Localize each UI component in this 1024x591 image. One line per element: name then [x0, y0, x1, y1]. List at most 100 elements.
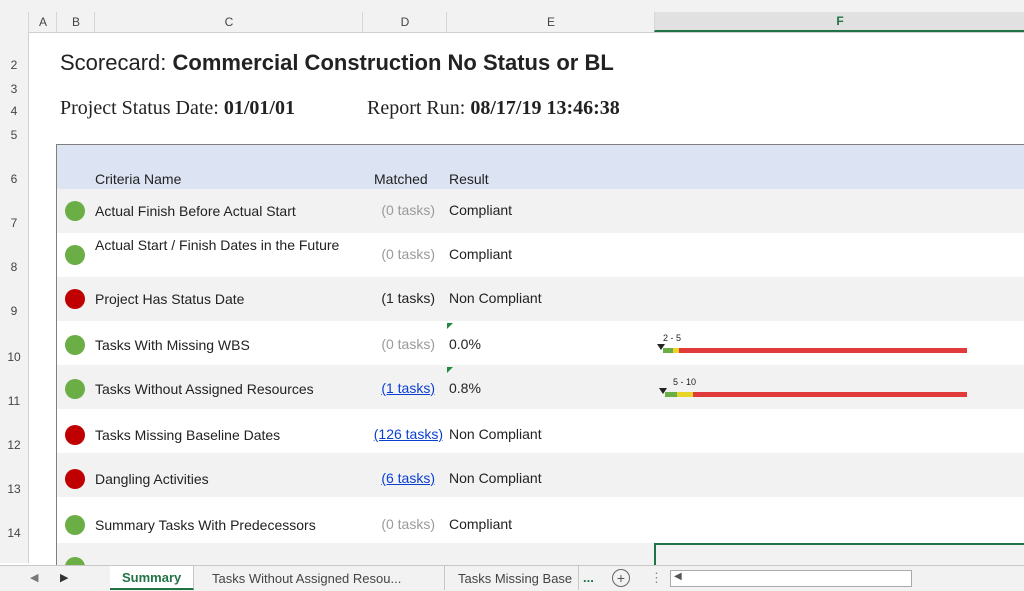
- row-header-bar: 2 3 4 5 6 7 8 9 10 11 12 13 14: [0, 32, 29, 563]
- tab-label: Tasks Missing Base: [458, 570, 573, 586]
- row-number[interactable]: 7: [0, 216, 28, 230]
- tab-tasks-without-assigned-resources[interactable]: Tasks Without Assigned Resou...: [200, 566, 445, 590]
- title-prefix: Scorecard:: [60, 50, 173, 75]
- tab-scroll-left-icon[interactable]: ◀: [30, 571, 38, 584]
- title-name: Commercial Construction No Status or BL: [172, 50, 614, 75]
- column-letter: C: [224, 15, 234, 29]
- criteria-name: Actual Start / Finish Dates in the Futur…: [95, 237, 340, 253]
- table-row[interactable]: Tasks Without Assigned Resources (1 task…: [57, 365, 1024, 409]
- tab-summary[interactable]: Summary: [110, 566, 195, 590]
- tab-splitter-icon[interactable]: ⋮: [650, 570, 663, 586]
- result-value: 0.0%: [449, 336, 481, 352]
- row-number[interactable]: 10: [0, 350, 28, 364]
- scroll-left-arrow-icon[interactable]: ◀: [674, 571, 682, 582]
- result-value: Non Compliant: [449, 290, 542, 306]
- criteria-name: Summary Tasks With Predecessors: [95, 517, 316, 533]
- table-row[interactable]: Actual Finish Before Actual Start (0 tas…: [57, 189, 1024, 233]
- column-header-c[interactable]: C: [94, 12, 363, 32]
- horizontal-scrollbar[interactable]: ◀: [670, 570, 912, 587]
- row-number[interactable]: 4: [0, 104, 28, 118]
- result-value: Compliant: [449, 246, 513, 262]
- status-indicator-icon: [65, 289, 85, 309]
- result-header: Result: [449, 171, 489, 187]
- column-header-b[interactable]: B: [56, 12, 95, 32]
- tab-label: Tasks Without Assigned Resou...: [212, 570, 402, 586]
- matched-count-link[interactable]: (1 tasks): [353, 380, 435, 396]
- gauge-red-segment: [693, 392, 967, 397]
- column-letter: D: [400, 15, 410, 29]
- tab-tasks-missing-baseline[interactable]: Tasks Missing Base: [446, 566, 579, 590]
- status-indicator-icon: [65, 245, 85, 265]
- status-indicator-icon: [65, 425, 85, 445]
- matched-count: (1 tasks): [381, 290, 435, 306]
- criteria-header: Criteria Name: [95, 171, 182, 187]
- criteria-name: Project Has Status Date: [95, 291, 245, 307]
- gauge-threshold-label: 5 - 10: [673, 377, 697, 387]
- select-all-corner[interactable]: [0, 12, 28, 32]
- project-status-date: Project Status Date: 01/01/01: [60, 97, 295, 120]
- status-indicator-icon: [65, 335, 85, 355]
- selected-cell[interactable]: [654, 543, 1024, 565]
- criteria-name: Actual Finish Before Actual Start: [95, 203, 296, 219]
- gauge-yellow-segment: [677, 392, 693, 397]
- row-number[interactable]: 6: [0, 172, 28, 186]
- matched-count: (0 tasks): [381, 336, 435, 352]
- row-number[interactable]: 14: [0, 526, 28, 540]
- scorecard-title: Scorecard: Commercial Construction No St…: [60, 50, 614, 76]
- table-header: Criteria Name Matched Result: [57, 145, 1024, 189]
- table-row[interactable]: Summary Tasks With Predecessors (0 tasks…: [57, 497, 1024, 541]
- more-tabs-icon[interactable]: ...: [583, 570, 594, 585]
- table-row[interactable]: Tasks With Missing WBS (0 tasks) 0.0% 2 …: [57, 321, 1024, 365]
- column-header-e[interactable]: E: [446, 12, 655, 32]
- scorecard-table: Criteria Name Matched Result Actual Fini…: [56, 144, 1024, 565]
- status-date-value: 01/01/01: [223, 97, 295, 119]
- status-indicator-icon: [65, 379, 85, 399]
- matched-count: (0 tasks): [381, 202, 435, 218]
- column-letter: E: [546, 15, 555, 29]
- row-number[interactable]: 5: [0, 128, 28, 142]
- column-header-bar: A B C D E F: [0, 0, 1024, 33]
- status-indicator-icon: [65, 557, 85, 565]
- result-value: 0.8%: [449, 380, 481, 396]
- result-value: Compliant: [449, 516, 513, 532]
- row-number[interactable]: 2: [0, 58, 28, 72]
- status-indicator-icon: [65, 515, 85, 535]
- matched-count: (0 tasks): [381, 246, 435, 262]
- status-indicator-icon: [65, 469, 85, 489]
- gauge-red-segment: [679, 348, 967, 353]
- column-header-f[interactable]: F: [654, 12, 1024, 32]
- row-number[interactable]: 9: [0, 304, 28, 318]
- table-row[interactable]: Tasks Missing Baseline Dates (126 tasks)…: [57, 409, 1024, 453]
- gauge-green-segment: [663, 348, 673, 353]
- matched-count: (0 tasks): [381, 516, 435, 532]
- column-header-a[interactable]: A: [28, 12, 57, 32]
- table-row[interactable]: Actual Start / Finish Dates in the Futur…: [57, 233, 1024, 277]
- row-number[interactable]: 3: [0, 82, 28, 96]
- row-number[interactable]: 8: [0, 260, 28, 274]
- column-header-d[interactable]: D: [362, 12, 447, 32]
- table-row[interactable]: Project Has Status Date (1 tasks) Non Co…: [57, 277, 1024, 321]
- comment-indicator-icon[interactable]: [447, 323, 453, 329]
- row-number[interactable]: 11: [0, 394, 28, 408]
- criteria-name: Tasks Missing Baseline Dates: [95, 427, 281, 443]
- status-indicator-icon: [65, 201, 85, 221]
- row-number[interactable]: 12: [0, 438, 28, 452]
- status-date-label: Project Status Date:: [60, 97, 224, 119]
- column-letter: F: [836, 14, 844, 28]
- row-number[interactable]: 13: [0, 482, 28, 496]
- matched-header: Matched: [374, 171, 428, 187]
- tab-label: Summary: [122, 569, 182, 585]
- gauge-green-segment: [665, 392, 677, 397]
- criteria-name: Tasks Without Assigned Resources: [95, 381, 314, 397]
- tab-scroll-right-icon[interactable]: ▶: [60, 571, 68, 584]
- comment-indicator-icon[interactable]: [447, 367, 453, 373]
- sheet-tab-bar: ◀ ▶ Summary Tasks Without Assigned Resou…: [0, 565, 1024, 591]
- report-run: Report Run: 08/17/19 13:46:38: [367, 97, 620, 120]
- result-value: Non Compliant: [449, 470, 542, 486]
- result-value: Non Compliant: [449, 426, 542, 442]
- matched-count-link[interactable]: (6 tasks): [353, 470, 435, 486]
- add-sheet-icon[interactable]: +: [612, 569, 630, 587]
- column-letter: B: [71, 15, 80, 29]
- table-row[interactable]: Dangling Activities (6 tasks) Non Compli…: [57, 453, 1024, 497]
- matched-count-link[interactable]: (126 tasks): [361, 426, 443, 442]
